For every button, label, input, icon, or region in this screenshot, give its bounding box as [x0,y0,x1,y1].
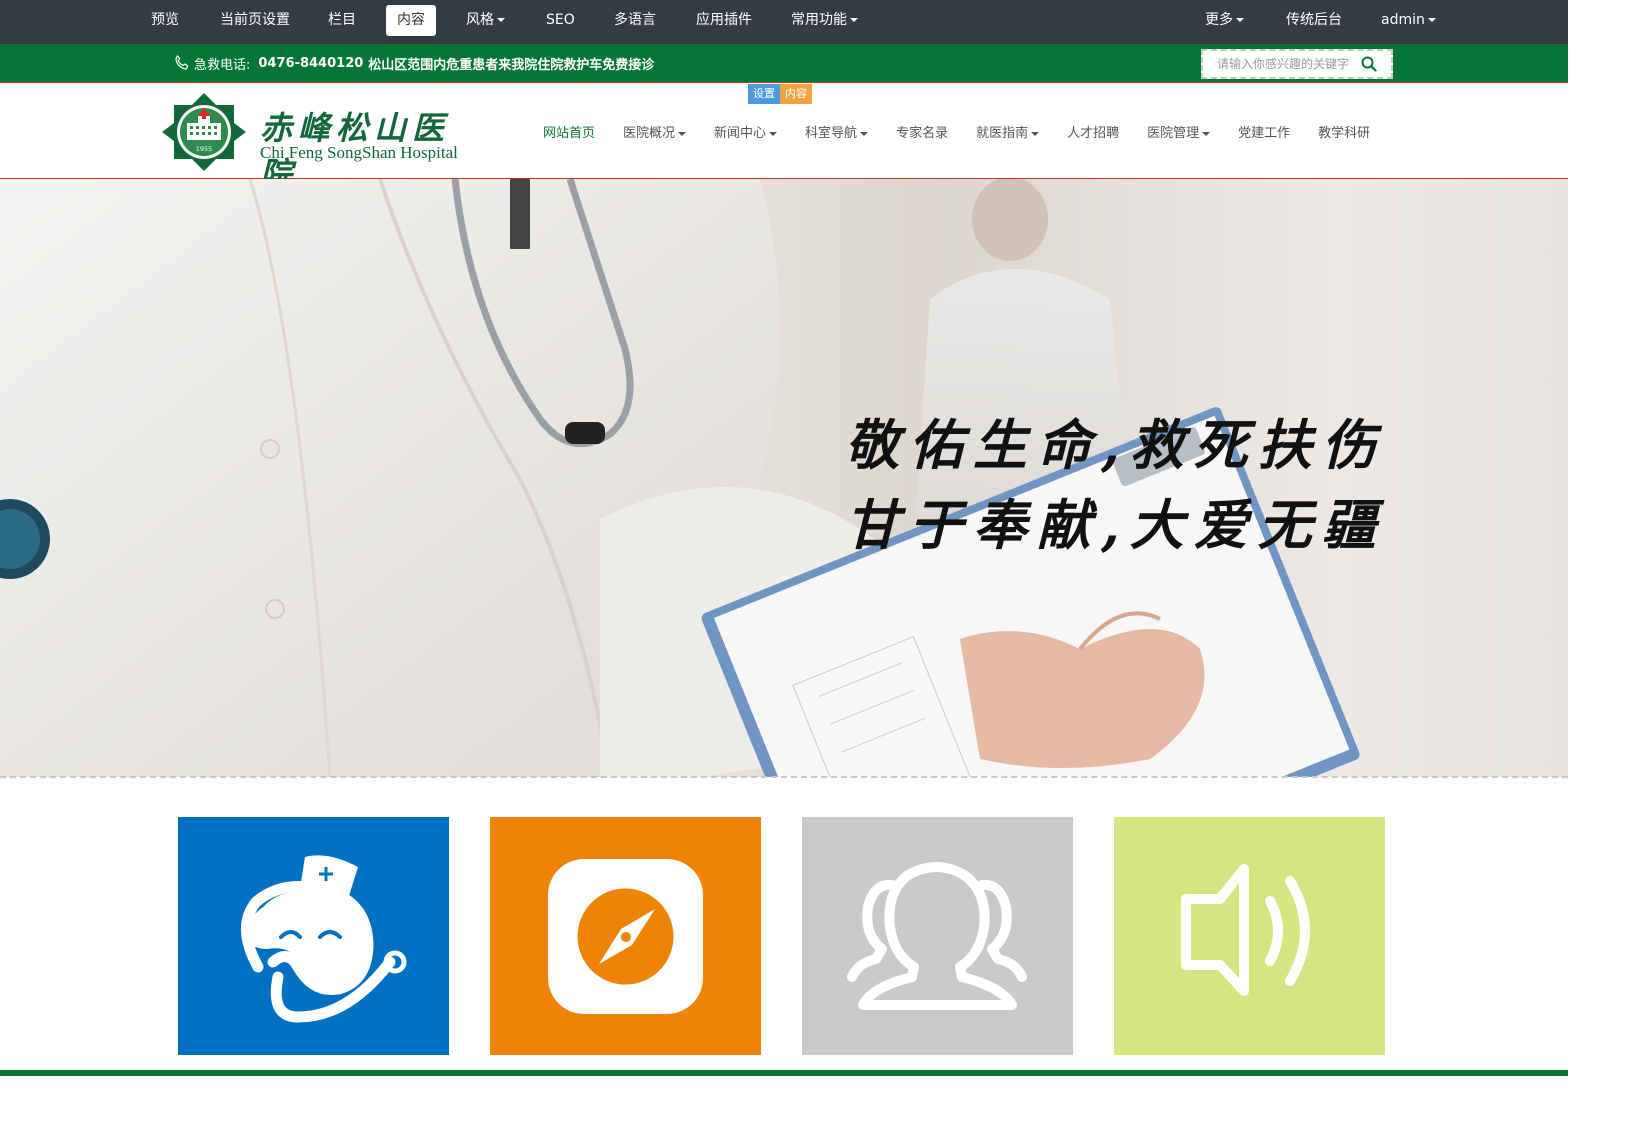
chevron-down-icon [678,131,687,136]
nav-item-label: 医院概况 [623,126,676,141]
tile-users[interactable] [802,817,1073,1055]
nav-item-management[interactable]: 医院管理 [1147,122,1211,141]
common-functions-label: 常用功能 [791,12,847,28]
classic-backend-link[interactable]: 传统后台 [1275,5,1353,36]
slogan-line-2: 甘于奉献,大爱无疆 [845,493,1386,557]
nav-item-party[interactable]: 党建工作 [1238,122,1290,141]
hospital-logo[interactable]: 1955 赤峰松山医院 Chi Feng SongShan Hospital [160,91,480,193]
nav-item-label: 医院管理 [1147,126,1200,141]
nav-item-label: 专家名录 [896,126,949,141]
hotline-text: 松山区范围内危重患者来我院住院救护车免费接诊 [368,57,655,73]
site-header: 设置 内容 1955 赤峰松山医院 Chi Feng SongShan Hosp… [0,82,1568,193]
main-nav: 网站首页 医院概况 新闻中心 科室导航 专家名录 就医指南 人才招聘 医院管理 … [543,122,1370,141]
edit-badges: 设置 内容 [748,84,812,104]
chevron-down-icon [850,18,858,22]
nav-item-recruitment[interactable]: 人才招聘 [1067,122,1119,141]
edit-settings-badge[interactable]: 设置 [748,84,780,104]
search-input[interactable] [1217,52,1367,76]
admin-toolbar: 预览 当前页设置 栏目 内容 风格 SEO 多语言 应用插件 常用功能 更多 传… [0,0,1568,44]
chevron-down-icon [1031,131,1040,136]
content-button[interactable]: 内容 [386,5,436,36]
nav-item-label: 党建工作 [1238,126,1291,141]
chevron-down-icon [860,131,869,136]
nav-item-news[interactable]: 新闻中心 [714,122,778,141]
chevron-down-icon [1427,18,1436,22]
edit-content-badge[interactable]: 内容 [780,84,812,104]
style-menu-label: 风格 [466,12,494,28]
nav-item-experts[interactable]: 专家名录 [896,122,948,141]
nav-item-departments[interactable]: 科室导航 [805,122,869,141]
hotline-label: 急救电话: [194,57,251,73]
nav-item-label: 科室导航 [805,126,858,141]
username: admin [1381,12,1425,28]
slogan-line-1: 敬佑生命,救死扶伤 [845,413,1386,477]
more-menu[interactable]: 更多 [1194,5,1255,36]
multilang-button[interactable]: 多语言 [603,5,667,36]
plugins-button[interactable]: 应用插件 [685,5,763,36]
speaker-icon [1181,864,1310,996]
hospital-seal-icon: 1955 [162,93,246,171]
nav-item-label: 网站首页 [543,126,596,141]
preview-button[interactable]: 预览 [140,5,190,36]
nav-item-guide[interactable]: 就医指南 [976,122,1040,141]
chevron-down-icon [1202,131,1211,136]
nav-item-research[interactable]: 教学科研 [1318,122,1370,141]
hotline-bar: 急救电话: 0476-8440120 松山区范围内危重患者来我院住院救护车免费接… [0,44,1568,82]
seal-year: 1955 [196,145,213,153]
chevron-down-icon [497,18,505,22]
style-menu[interactable]: 风格 [455,5,516,36]
common-functions-menu[interactable]: 常用功能 [780,5,869,36]
logo-name-en: Chi Feng SongShan Hospital [260,143,458,162]
user-menu[interactable]: admin [1370,5,1447,36]
nav-item-label: 就医指南 [976,126,1029,141]
compass-icon [548,859,703,1014]
phone-icon [175,55,189,70]
hero-banner: 敬佑生命,救死扶伤 甘于奉献,大爱无疆 [0,179,1568,777]
banner-divider [0,776,1568,778]
nav-item-label: 新闻中心 [714,126,767,141]
nav-item-label: 教学科研 [1318,126,1371,141]
tile-announcements[interactable] [1114,817,1385,1055]
more-menu-label: 更多 [1205,12,1233,28]
search-box [1201,49,1393,79]
tile-nurse[interactable] [178,817,449,1055]
page-settings-button[interactable]: 当前页设置 [209,5,301,36]
tile-compass[interactable] [490,817,761,1055]
chevron-down-icon [1236,18,1244,22]
users-icon [847,862,1027,1010]
nav-item-label: 人才招聘 [1067,126,1120,141]
columns-button[interactable]: 栏目 [317,5,367,36]
nav-item-overview[interactable]: 医院概况 [623,122,687,141]
seo-button[interactable]: SEO [535,5,586,36]
footer-divider [0,1070,1568,1076]
hotline: 急救电话: 0476-8440120 松山区范围内危重患者来我院住院救护车免费接… [172,53,654,73]
chevron-down-icon [769,131,778,136]
hotline-number: 0476-8440120 [258,55,364,71]
nav-item-home[interactable]: 网站首页 [543,122,595,141]
nurse-icon [241,855,407,1023]
search-icon[interactable] [1361,56,1377,72]
